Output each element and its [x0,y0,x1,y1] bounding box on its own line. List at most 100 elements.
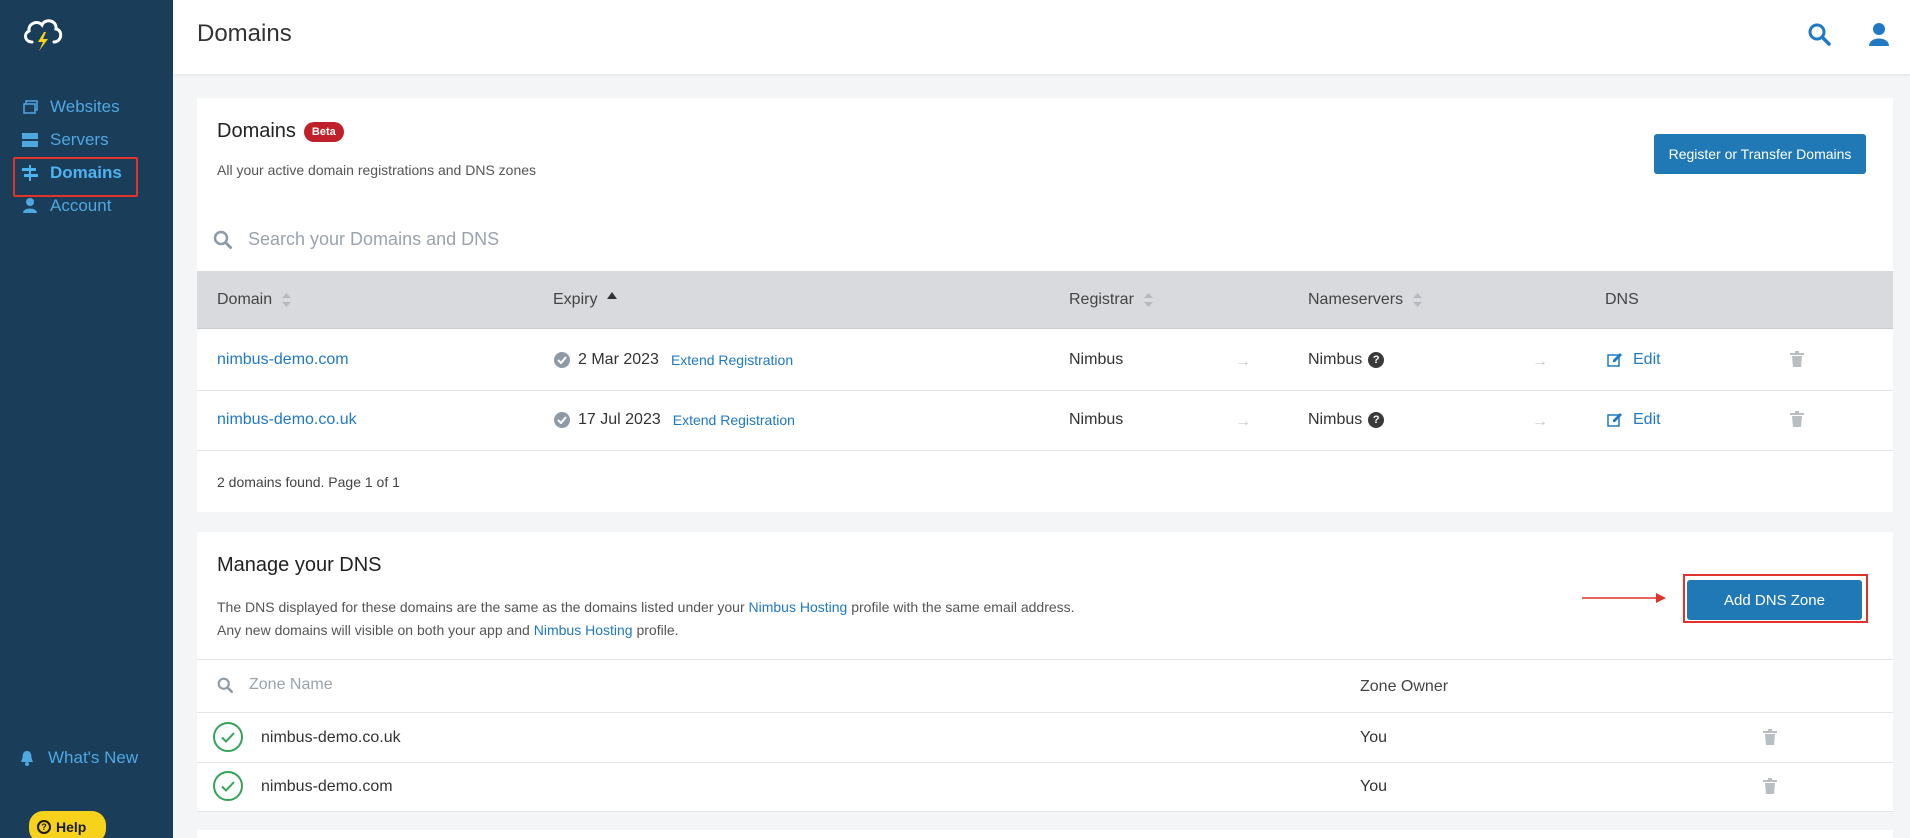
dns-card-title: Manage your DNS [217,554,382,576]
logo-icon[interactable] [20,12,64,52]
domains-card-title: Domains Beta [217,120,344,143]
sidebar-nav: Websites Servers Domains Account [0,90,173,222]
verified-check-icon [554,412,570,428]
beta-badge: Beta [303,121,344,142]
zone-name[interactable]: nimbus-demo.co.uk [261,729,401,747]
nimbus-hosting-link[interactable]: Nimbus Hosting [534,622,633,638]
pagination-info: 2 domains found. Page 1 of 1 [217,474,400,490]
sidebar-item-label: Websites [50,96,120,116]
column-header-registrar[interactable]: Registrar [1069,291,1153,309]
expiry-date: 2 Mar 2023 [578,351,659,368]
verified-check-icon [554,352,570,368]
desc-text: profile. [632,622,679,638]
domains-card-subtitle: All your active domain registrations and… [217,162,537,178]
dns-edit-cell[interactable]: Edit [1607,351,1661,369]
expiry-cell: 2 Mar 2023 Extend Registration [554,351,793,369]
search-icon[interactable] [1807,22,1831,46]
sidebar: Websites Servers Domains Account What's … [0,0,173,838]
extend-registration-link[interactable]: Extend Registration [673,412,795,428]
servers-icon [22,132,38,148]
domains-search-input[interactable] [248,228,848,250]
extend-registration-link[interactable]: Extend Registration [671,352,793,368]
register-transfer-button[interactable]: Register or Transfer Domains [1654,134,1866,174]
dns-desc-line-1: The DNS displayed for these domains are … [217,596,1075,619]
arrow-right-icon: → [1235,353,1251,370]
trash-icon[interactable] [1790,411,1804,427]
check-circle-icon [213,771,243,801]
sort-asc-icon [607,291,618,299]
zone-table-header: Zone Owner [197,659,1893,713]
arrow-right-icon: → [1532,353,1548,370]
whats-new-link[interactable]: What's New [20,748,138,768]
zone-search [217,676,439,694]
domains-card: Domains Beta All your active domain regi… [197,98,1893,512]
desc-text: Any new domains will visible on both you… [217,622,534,638]
zone-owner-header: Zone Owner [1360,678,1449,695]
list-item: nimbus-demo.com You [197,763,1893,812]
sort-icon [1143,293,1153,307]
search-icon [217,677,233,693]
column-label: DNS [1605,291,1639,308]
sidebar-item-servers[interactable]: Servers [0,123,173,156]
column-header-domain[interactable]: Domain [217,291,292,309]
domain-link[interactable]: nimbus-demo.com [217,351,349,369]
column-header-dns: DNS [1605,291,1639,309]
account-icon [22,198,38,214]
bell-icon [20,750,34,766]
check-circle-icon [213,722,243,752]
zone-owner: You [1360,729,1387,746]
help-label: Help [56,819,87,835]
search-icon [213,230,232,249]
column-header-nameservers[interactable]: Nameservers [1308,291,1423,309]
table-row: nimbus-demo.com 2 Mar 2023 Extend Regist… [197,331,1893,391]
nameservers-value: Nimbus [1308,351,1363,368]
column-label: Expiry [553,291,598,308]
add-dns-zone-button[interactable]: Add DNS Zone [1687,580,1862,620]
list-item: nimbus-demo.co.uk You [197,714,1893,763]
column-header-expiry[interactable]: Expiry [553,291,618,309]
trash-icon[interactable] [1790,351,1804,367]
help-question-icon[interactable]: ? [1368,352,1385,368]
annotation-arrow-icon [1582,593,1666,603]
sidebar-item-websites[interactable]: Websites [0,90,173,123]
trash-icon[interactable] [1763,778,1777,794]
domain-link[interactable]: nimbus-demo.co.uk [217,411,357,429]
help-button[interactable]: ? Help [29,811,106,838]
column-label: Nameservers [1308,291,1404,308]
user-icon[interactable] [1867,22,1891,46]
edit-icon [1607,412,1623,428]
domains-table-header: Domain Expiry Registrar Nameservers DNS [197,271,1893,329]
table-row: nimbus-demo.co.uk 17 Jul 2023 Extend Reg… [197,391,1893,451]
websites-icon [22,99,38,115]
next-card-edge [197,830,1893,838]
nameservers-value: Nimbus [1308,411,1363,428]
card-title-text: Domains [217,120,296,142]
edit-icon [1607,352,1623,368]
desc-text: The DNS displayed for these domains are … [217,599,749,615]
domains-icon [22,164,38,181]
dns-card: Manage your DNS The DNS displayed for th… [197,532,1893,812]
dns-desc-line-2: Any new domains will visible on both you… [217,619,1075,642]
sidebar-item-label: Account [50,195,112,215]
sort-icon [1413,293,1423,307]
help-question-icon[interactable]: ? [1368,412,1385,428]
zone-name[interactable]: nimbus-demo.com [261,778,393,796]
sidebar-item-domains[interactable]: Domains [0,156,173,197]
sidebar-item-label: Servers [50,129,109,149]
zone-name-search-input[interactable] [249,676,439,694]
trash-icon[interactable] [1763,729,1777,745]
expiry-cell: 17 Jul 2023 Extend Registration [554,411,795,429]
dns-edit-link[interactable]: Edit [1633,411,1661,429]
arrow-right-icon: → [1235,413,1251,430]
dns-edit-link[interactable]: Edit [1633,351,1661,369]
dns-description: The DNS displayed for these domains are … [217,596,1075,642]
registrar-cell: Nimbus [1069,411,1124,428]
dns-edit-cell[interactable]: Edit [1607,411,1661,429]
nameservers-cell: Nimbus ? [1308,351,1385,369]
column-label: Registrar [1069,291,1134,308]
nimbus-hosting-link[interactable]: Nimbus Hosting [749,599,848,615]
sort-icon [282,293,292,307]
arrow-right-icon: → [1532,413,1548,430]
page-title: Domains [197,20,292,47]
sidebar-item-account[interactable]: Account [0,189,173,222]
